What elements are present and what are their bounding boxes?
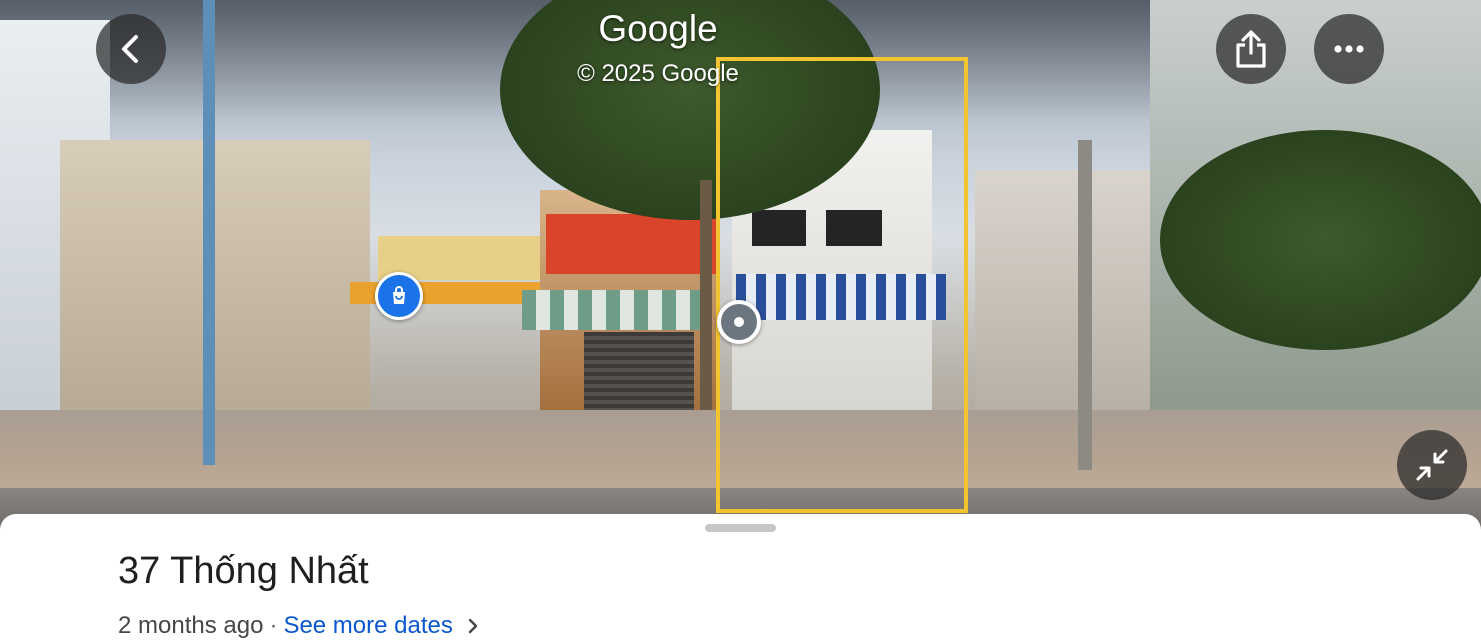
chevron-right-icon[interactable] bbox=[467, 617, 479, 635]
more-horizontal-icon bbox=[1334, 45, 1364, 53]
share-button[interactable] bbox=[1216, 14, 1286, 84]
chevron-left-icon bbox=[122, 35, 138, 63]
shopping-bag-icon bbox=[393, 286, 405, 304]
shopping-bag-pin[interactable] bbox=[375, 272, 423, 320]
place-sheet: 37 Thống Nhất 2 months ago · See more da… bbox=[0, 514, 1481, 640]
collapse-view-button[interactable] bbox=[1397, 430, 1467, 500]
minimize-arrows-icon bbox=[1416, 449, 1448, 481]
more-options-button[interactable] bbox=[1314, 14, 1384, 84]
building-shop-left bbox=[60, 140, 370, 410]
place-address: 37 Thống Nhất bbox=[118, 550, 369, 592]
see-more-dates-link[interactable]: See more dates bbox=[283, 612, 452, 640]
sheet-drag-handle[interactable] bbox=[705, 524, 776, 532]
shop-sign-red bbox=[546, 214, 720, 274]
lamp-pole bbox=[203, 0, 215, 465]
shutter bbox=[584, 332, 694, 410]
highlight-frame bbox=[716, 57, 968, 513]
share-icon bbox=[1236, 30, 1266, 68]
tree-right bbox=[1160, 130, 1481, 350]
separator-dot: · bbox=[269, 612, 278, 639]
utility-pole bbox=[1078, 140, 1092, 470]
capture-info-row: 2 months ago · See more dates bbox=[118, 612, 479, 640]
building-right bbox=[975, 170, 1175, 410]
copyright-notice: © 2025 Google bbox=[577, 60, 739, 87]
awning-green bbox=[522, 290, 702, 330]
back-button[interactable] bbox=[96, 14, 166, 84]
google-watermark: Google bbox=[598, 8, 718, 49]
capture-age: 2 months ago bbox=[118, 612, 264, 639]
navigation-marker[interactable] bbox=[717, 300, 761, 344]
